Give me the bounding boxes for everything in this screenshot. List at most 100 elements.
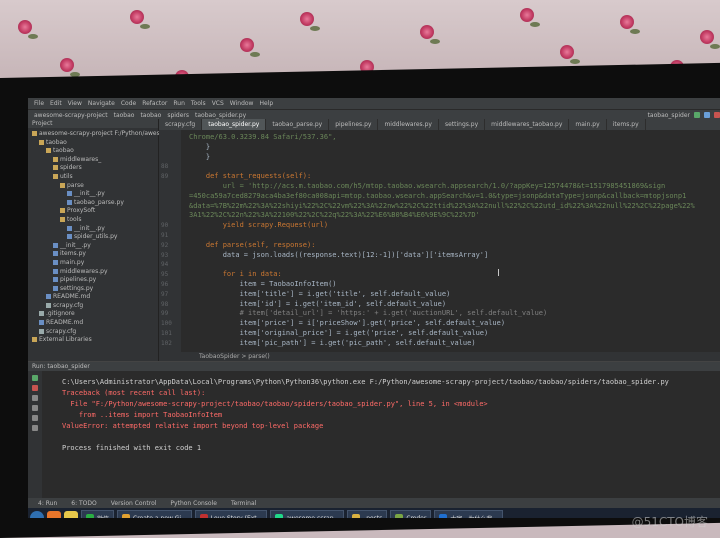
debug-icon[interactable] <box>704 111 710 118</box>
menu-item[interactable]: Window <box>230 100 254 107</box>
tab-pipelines-py[interactable]: pipelines.py <box>329 119 379 130</box>
tree-item[interactable]: pipelines.py <box>28 276 158 285</box>
file-icon <box>53 259 58 265</box>
menu-item[interactable]: Tools <box>191 100 206 107</box>
leaf-pattern <box>430 39 440 44</box>
pause-icon[interactable] <box>32 395 38 401</box>
tree-item[interactable]: taobao <box>28 139 158 148</box>
tree-item-label: awesome-scrapy-project F:/Python/awesom <box>39 130 170 137</box>
tree-item[interactable]: settings.py <box>28 285 158 294</box>
print-icon[interactable] <box>32 415 38 421</box>
tab-taobao-spider-py[interactable]: taobao_spider.py <box>202 119 267 130</box>
tab-settings-py[interactable]: settings.py <box>439 119 486 130</box>
taskbar-item[interactable]: 大咖，为什么我... <box>434 509 504 518</box>
tool-window-tab[interactable]: Version Control <box>111 500 157 507</box>
run-icon[interactable] <box>694 111 700 118</box>
stop-icon[interactable] <box>32 385 38 391</box>
code-editor[interactable]: Chrome/63.0.3239.84 Safari/537.36", } } 8… <box>159 130 720 352</box>
firefox-icon[interactable] <box>47 511 61 518</box>
tree-item[interactable]: tools <box>28 216 158 225</box>
menu-item[interactable]: View <box>68 100 82 107</box>
run-console-header[interactable]: Run: taobao_spider <box>28 362 720 371</box>
tree-item[interactable]: __init__.py <box>28 242 158 251</box>
breadcrumb-item[interactable]: taobao_spider.py <box>195 112 246 119</box>
tree-item[interactable]: middlewares_ <box>28 156 158 165</box>
breadcrumb[interactable]: awesome-scrapy-project taobao taobao spider… <box>34 112 252 119</box>
breadcrumb-item[interactable]: taobao <box>140 112 161 119</box>
file-icon <box>67 234 72 240</box>
tree-item[interactable]: __init__.py <box>28 225 158 234</box>
tab-middlewares-taobao-py[interactable]: middlewares_taobao.py <box>485 119 570 130</box>
tab-items-py[interactable]: items.py <box>607 119 646 130</box>
tree-item[interactable]: scrapy.cfg <box>28 328 158 337</box>
tree-item[interactable]: __init__.py <box>28 190 158 199</box>
tree-item[interactable]: README.md <box>28 319 158 328</box>
code-line: item['id'] = i.get('item_id', self.defau… <box>189 299 447 308</box>
tree-item[interactable]: spiders <box>28 164 158 173</box>
tree-item[interactable]: spider_utils.py <box>28 233 158 242</box>
app-icon <box>439 514 448 518</box>
leaf-pattern <box>630 29 640 34</box>
tree-item[interactable]: taobao <box>28 147 158 156</box>
code-line: 3A1%22%2C%22n%22%3A%22100%22%2C%22q%22%3… <box>189 211 480 220</box>
menu-item[interactable]: Edit <box>50 100 62 107</box>
tab-scrapy-cfg[interactable]: scrapy.cfg <box>159 119 203 130</box>
tree-item[interactable]: main.py <box>28 259 158 268</box>
stop-icon[interactable] <box>714 111 720 118</box>
tree-item-label: README.md <box>53 293 91 301</box>
tree-item[interactable]: README.md <box>28 293 158 302</box>
code-line: =450ca59a7ced8279aca4ba3ef80ca008api=mto… <box>189 191 687 200</box>
taskbar-item[interactable]: awesome-scrap... <box>270 509 345 518</box>
tab-main-py[interactable]: main.py <box>569 119 607 130</box>
leaf-pattern <box>710 44 720 49</box>
line-number: 93 <box>161 251 169 259</box>
tree-item[interactable]: awesome-scrapy-project F:/Python/awesom <box>28 130 169 139</box>
tool-window-tab[interactable]: 4: Run <box>38 500 57 507</box>
file-icon <box>39 320 44 326</box>
line-number: 100 <box>161 320 172 328</box>
taskbar-item[interactable]: Create a new Gi... <box>117 509 192 518</box>
tab-taobao-parse-py[interactable]: taobao_parse.py <box>266 119 330 130</box>
breadcrumb-item[interactable]: taobao <box>114 112 135 119</box>
menu-item[interactable]: Code <box>121 100 136 107</box>
tool-window-tab[interactable]: 6: TODO <box>71 500 96 507</box>
tree-item[interactable]: ProxySoft <box>28 207 158 216</box>
start-button[interactable] <box>30 511 44 518</box>
tree-item[interactable]: middlewares.py <box>28 268 158 277</box>
tree-item-label: External Libraries <box>39 336 92 344</box>
tree-item[interactable]: External Libraries <box>28 336 158 345</box>
file-icon <box>53 268 58 274</box>
folder-icon <box>53 156 58 162</box>
taskbar-item[interactable]: Love Story (Ext... <box>194 509 268 518</box>
taskbar-item[interactable]: _posts <box>347 509 388 518</box>
rerun-icon[interactable] <box>32 375 38 381</box>
menu-item[interactable]: Help <box>259 100 273 107</box>
tree-item[interactable]: scrapy.cfg <box>28 302 158 311</box>
tree-item[interactable]: utils <box>28 173 158 182</box>
trash-icon[interactable] <box>32 425 38 431</box>
project-panel-title[interactable]: Project <box>28 119 158 128</box>
run-config-selector[interactable]: taobao_spider <box>648 112 690 119</box>
scroll-to-end-icon[interactable] <box>32 405 38 411</box>
tree-item[interactable]: taobao_parse.py <box>28 199 158 208</box>
tree-item[interactable]: parse <box>28 182 158 191</box>
breadcrumb-item[interactable]: spiders <box>167 112 189 119</box>
menu-item[interactable]: Refactor <box>142 100 167 107</box>
menu-item[interactable]: File <box>34 100 44 107</box>
folder-icon <box>60 208 65 214</box>
taskbar-item[interactable]: 微信 <box>81 509 115 518</box>
tab-middlewares-py[interactable]: middlewares.py <box>378 119 439 130</box>
taskbar-item[interactable]: Cmder <box>390 509 432 518</box>
code-breadcrumb[interactable]: TaobaoSpider > parse() <box>159 352 720 361</box>
tree-item[interactable]: items.py <box>28 250 158 259</box>
tree-item[interactable]: .gitignore <box>28 310 158 319</box>
leaf-pattern <box>310 26 320 31</box>
breadcrumb-item[interactable]: awesome-scrapy-project <box>34 112 108 119</box>
menu-item[interactable]: VCS <box>212 100 224 107</box>
menu-item[interactable]: Run <box>173 100 185 107</box>
tool-window-tab[interactable]: Python Console <box>170 500 217 507</box>
tool-window-tab[interactable]: Terminal <box>231 500 256 507</box>
line-number: 99 <box>161 310 169 318</box>
menu-item[interactable]: Navigate <box>88 100 115 107</box>
explorer-icon[interactable] <box>64 511 78 518</box>
